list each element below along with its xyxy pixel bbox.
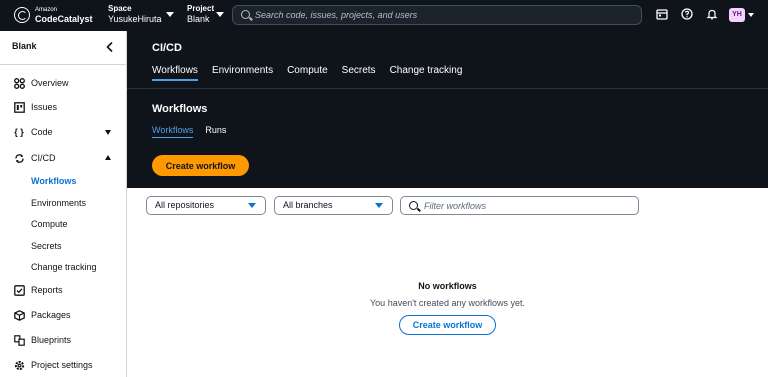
subtab-workflows[interactable]: Workflows: [152, 125, 194, 138]
calendar-icon[interactable]: [655, 8, 669, 22]
user-menu-chevron-down-icon[interactable]: [748, 13, 754, 17]
project-label: Project: [187, 4, 215, 13]
blueprints-icon: [13, 334, 25, 346]
packages-icon: [13, 309, 25, 321]
cicd-tabs: Workflows Environments Compute Secrets C…: [152, 65, 462, 81]
filter-search-icon: [409, 201, 418, 210]
space-switcher[interactable]: Space YusukeHiruta: [108, 4, 162, 24]
sidebar-item-blueprints[interactable]: Blueprints: [13, 332, 71, 348]
cicd-header: CI/CD Workflows Environments Compute Sec…: [127, 31, 768, 188]
page-title: CI/CD: [152, 42, 182, 54]
sidebar-item-cicd[interactable]: CI/CD: [13, 150, 56, 166]
reports-icon: [13, 284, 25, 296]
empty-state-title: No workflows: [418, 281, 477, 291]
branch-chevron-down-icon: [375, 203, 383, 208]
sidebar-subitem-secrets[interactable]: Secrets: [31, 241, 62, 251]
code-expand-chevron-down-icon[interactable]: [105, 130, 111, 135]
project-value: Blank: [187, 14, 210, 24]
tab-environments[interactable]: Environments: [212, 65, 273, 81]
sidebar-item-label: Packages: [31, 310, 71, 320]
sidebar-item-issues[interactable]: Issues: [13, 99, 57, 115]
header-divider: [127, 88, 768, 89]
empty-state-create-workflow-button[interactable]: Create workflow: [399, 315, 496, 335]
logo-product-text: CodeCatalyst: [35, 14, 93, 24]
project-sidebar: Blank Overview Issues { } Code CI/CD Wor…: [0, 31, 127, 377]
top-navigation-bar: Amazon CodeCatalyst Space YusukeHiruta P…: [0, 0, 768, 31]
sidebar-item-code[interactable]: { } Code: [13, 124, 53, 140]
sidebar-item-label: Issues: [31, 102, 58, 112]
branch-select[interactable]: All branches: [274, 196, 393, 215]
tab-workflows[interactable]: Workflows: [152, 65, 198, 81]
cicd-collapse-chevron-up-icon[interactable]: [105, 155, 111, 160]
tab-compute[interactable]: Compute: [287, 65, 328, 81]
sidebar-item-label: Overview: [31, 78, 69, 88]
section-title: Workflows: [152, 103, 208, 115]
project-chevron-down-icon[interactable]: [216, 12, 224, 17]
codecatalyst-logo[interactable]: Amazon CodeCatalyst: [14, 6, 93, 24]
sidebar-item-label: Project settings: [31, 360, 93, 370]
overview-icon: [13, 77, 25, 89]
space-chevron-down-icon[interactable]: [166, 12, 174, 17]
sidebar-subitem-compute[interactable]: Compute: [31, 219, 68, 229]
workflow-subtabs: Workflows Runs: [152, 125, 226, 138]
repository-select[interactable]: All repositories: [146, 196, 266, 215]
space-value: YusukeHiruta: [108, 14, 162, 24]
global-search[interactable]: [232, 5, 642, 25]
branch-select-value: All branches: [283, 200, 333, 210]
sidebar-subitem-environments[interactable]: Environments: [31, 198, 86, 208]
codecatalyst-logo-icon: [14, 7, 30, 23]
cicd-icon: [13, 152, 25, 164]
notifications-bell-icon[interactable]: [705, 8, 719, 22]
sidebar-item-label: Reports: [31, 285, 63, 295]
repository-chevron-down-icon: [248, 203, 256, 208]
create-workflow-button[interactable]: Create workflow: [152, 155, 249, 176]
sidebar-subitem-workflows[interactable]: Workflows: [31, 176, 76, 186]
user-avatar[interactable]: YH: [729, 8, 745, 22]
filter-workflows-input[interactable]: [424, 197, 634, 214]
global-search-input[interactable]: [255, 6, 635, 24]
sidebar-subitem-change-tracking[interactable]: Change tracking: [31, 262, 97, 272]
subtab-runs[interactable]: Runs: [205, 125, 226, 138]
search-icon: [241, 10, 250, 19]
sidebar-item-label: Code: [31, 127, 53, 137]
help-icon[interactable]: [680, 8, 694, 22]
sidebar-item-project-settings[interactable]: Project settings: [13, 357, 93, 373]
issues-icon: [13, 101, 25, 113]
collapse-sidebar-chevron-left-icon[interactable]: [104, 40, 116, 53]
sidebar-project-title: Blank: [12, 41, 37, 51]
sidebar-item-overview[interactable]: Overview: [13, 75, 69, 91]
empty-state-description: You haven't created any workflows yet.: [370, 298, 525, 308]
tab-change-tracking[interactable]: Change tracking: [390, 65, 463, 81]
sidebar-item-reports[interactable]: Reports: [13, 282, 63, 298]
space-label: Space: [108, 4, 132, 13]
sidebar-item-packages[interactable]: Packages: [13, 307, 71, 323]
code-braces-icon: { }: [14, 127, 24, 137]
settings-gear-icon: [13, 359, 25, 371]
sidebar-divider: [0, 64, 126, 65]
tab-secrets[interactable]: Secrets: [342, 65, 376, 81]
filter-workflows[interactable]: [400, 196, 639, 215]
project-switcher[interactable]: Project Blank: [187, 4, 214, 24]
repository-select-value: All repositories: [155, 200, 215, 210]
sidebar-item-label: Blueprints: [31, 335, 72, 345]
sidebar-item-label: CI/CD: [31, 153, 56, 163]
